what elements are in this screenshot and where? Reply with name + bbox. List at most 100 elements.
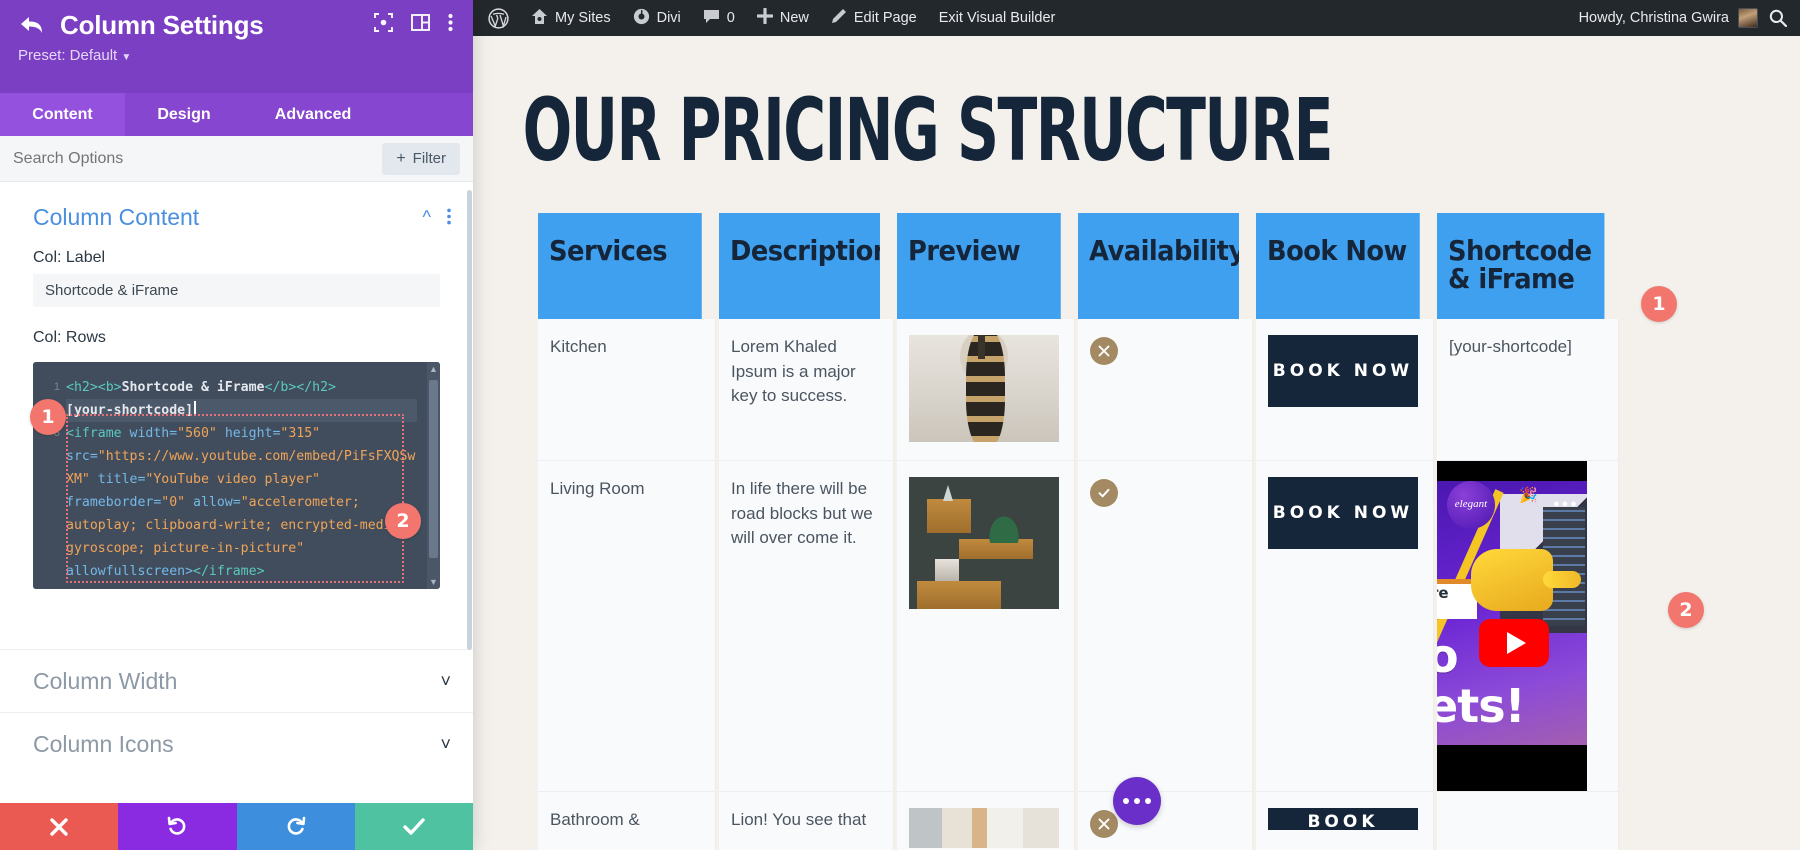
- fullscreen-icon[interactable]: [374, 13, 393, 37]
- table-row: Living Room In life there will be road b…: [538, 461, 1619, 792]
- admin-bar-exit-visual-builder[interactable]: Exit Visual Builder: [928, 0, 1067, 36]
- sites-house-icon: [531, 8, 548, 29]
- panel-body: Column Content ^ Col: Label Shortcode & …: [0, 182, 473, 803]
- tab-content[interactable]: Content: [0, 93, 125, 136]
- accordion-column-icons[interactable]: Column Icons ˅: [0, 712, 473, 775]
- avatar[interactable]: [1738, 8, 1758, 28]
- annotation-badge-page-1: 1: [1641, 286, 1677, 322]
- tab-design[interactable]: Design: [125, 93, 243, 136]
- col-rows-field-label: Col: Rows: [33, 329, 106, 346]
- cell-book-now: BOOK: [1256, 792, 1434, 850]
- admin-bar-comments[interactable]: 0: [692, 0, 746, 36]
- code-editor[interactable]: 1 2 3 <h2><b>Shortcode & iFrame</b></h2>…: [33, 362, 440, 589]
- panel-tabs: Content Design Advanced: [0, 93, 473, 136]
- tab-advanced[interactable]: Advanced: [243, 93, 383, 136]
- cell-book-now: BOOK NOW: [1256, 319, 1434, 461]
- back-arrow-icon[interactable]: [18, 12, 46, 38]
- text-cursor: [194, 401, 196, 416]
- filter-button[interactable]: + Filter: [382, 142, 460, 175]
- scroll-up-icon[interactable]: ▲: [427, 362, 440, 376]
- comment-bubble-icon: [703, 9, 720, 28]
- table-header-row: Services Description Preview Availabilit…: [538, 213, 1619, 319]
- search-icon[interactable]: [1758, 0, 1798, 36]
- column-content-section-header: Column Content ^: [0, 182, 473, 241]
- code-val-frameborder: "0": [161, 495, 186, 510]
- youtube-video-embed[interactable]: elegant 🎉 ●●● re o ets!: [1437, 461, 1587, 791]
- admin-bar-right: Howdy, Christina Gwira: [1579, 0, 1798, 36]
- plus-icon: +: [396, 149, 406, 167]
- code-iframe-close: </iframe>: [193, 564, 265, 579]
- book-now-button[interactable]: BOOK NOW: [1268, 335, 1418, 407]
- code-iframe-open: <iframe: [66, 426, 130, 441]
- preset-label: Preset: Default: [18, 47, 118, 64]
- book-now-button[interactable]: BOOK NOW: [1268, 477, 1418, 549]
- admin-bar-my-sites[interactable]: My Sites: [520, 0, 622, 36]
- line-number: 1: [53, 381, 60, 393]
- admin-bar-divi[interactable]: Divi: [622, 0, 692, 36]
- code-attr-height: height=: [216, 426, 281, 441]
- chevron-up-icon[interactable]: ^: [423, 207, 431, 228]
- cell-preview: [897, 461, 1075, 792]
- pointing-hand-icon: [1471, 549, 1581, 611]
- col-label-field-label: Col: Label: [33, 249, 106, 266]
- code-h2-open: <h2><b>: [66, 380, 122, 395]
- book-now-label: BOOK NOW: [1272, 361, 1414, 381]
- admin-bar-label: Divi: [656, 10, 681, 26]
- thumb-big-text-1: o: [1437, 629, 1459, 683]
- redo-button[interactable]: [236, 803, 355, 850]
- pencil-icon: [831, 8, 847, 28]
- cell-availability: [1078, 461, 1253, 792]
- filter-button-label: Filter: [412, 150, 446, 167]
- admin-bar-edit-page[interactable]: Edit Page: [820, 0, 928, 36]
- layout-columns-icon[interactable]: [411, 13, 430, 37]
- code-shortcode-line: [your-shortcode]: [66, 403, 194, 418]
- th-services: Services: [538, 213, 702, 319]
- code-val-height: "315": [280, 426, 321, 441]
- panel-title: Column Settings: [60, 10, 264, 40]
- code-val-width: "560": [177, 426, 217, 441]
- thumb-text-fragment: re: [1437, 584, 1449, 602]
- panel-scrollbar[interactable]: [467, 190, 472, 650]
- col-label-input[interactable]: Shortcode & iFrame: [33, 274, 440, 307]
- cell-book-now: BOOK NOW: [1256, 461, 1434, 792]
- three-dots-icon: [1123, 798, 1129, 804]
- more-options-icon[interactable]: [448, 13, 453, 37]
- undo-button[interactable]: [118, 803, 237, 850]
- book-now-button[interactable]: BOOK: [1268, 808, 1418, 830]
- divi-more-options-fab[interactable]: [1113, 777, 1161, 825]
- wordpress-logo-icon[interactable]: [475, 0, 520, 36]
- code-h2-close: </b></h2>: [264, 380, 336, 395]
- code-h2-text: Shortcode & iFrame: [121, 380, 265, 395]
- divi-dashboard-icon: [633, 8, 650, 29]
- pricing-table-wrapper: Services Description Preview Availabilit…: [535, 213, 1621, 850]
- cell-preview: [897, 319, 1075, 461]
- chevron-down-icon: ▼: [121, 52, 132, 63]
- thumb-big-text-2: ets!: [1437, 679, 1526, 733]
- elegant-themes-logo: elegant: [1447, 481, 1495, 529]
- section-title: Column Content: [33, 204, 200, 230]
- code-attr-allow: allow=: [185, 495, 241, 510]
- youtube-play-icon[interactable]: [1479, 619, 1549, 667]
- search-input[interactable]: [13, 149, 375, 168]
- scroll-down-icon[interactable]: ▼: [427, 575, 440, 589]
- annotation-badge-page-2: 2: [1668, 592, 1704, 628]
- admin-bar-new[interactable]: New: [746, 0, 820, 36]
- accordion-column-width[interactable]: Column Width ˅: [0, 649, 473, 712]
- check-circle-icon: [1090, 479, 1118, 507]
- cancel-button[interactable]: [0, 803, 119, 850]
- panel-header-icons: [374, 13, 453, 37]
- scrollbar-thumb[interactable]: [429, 380, 438, 558]
- howdy-greeting[interactable]: Howdy, Christina Gwira: [1579, 10, 1729, 26]
- preset-selector[interactable]: Preset: Default ▼: [18, 47, 455, 64]
- wordpress-visual-builder: My Sites Divi 0 New Edit Page Exit Visua…: [473, 0, 1800, 850]
- save-button[interactable]: [354, 803, 473, 850]
- code-editor-scrollbar[interactable]: ▲ ▼: [427, 362, 440, 589]
- x-circle-icon: [1090, 337, 1118, 365]
- book-now-label: BOOK: [1307, 812, 1379, 830]
- plus-icon: [756, 7, 774, 28]
- cell-description: In life there will be road blocks but we…: [719, 461, 894, 792]
- search-row: + Filter: [0, 136, 473, 182]
- vertical-dots-icon[interactable]: [447, 208, 451, 226]
- book-now-label: BOOK NOW: [1272, 503, 1414, 523]
- code-text[interactable]: <h2><b>Shortcode & iFrame</b></h2> [your…: [66, 362, 427, 589]
